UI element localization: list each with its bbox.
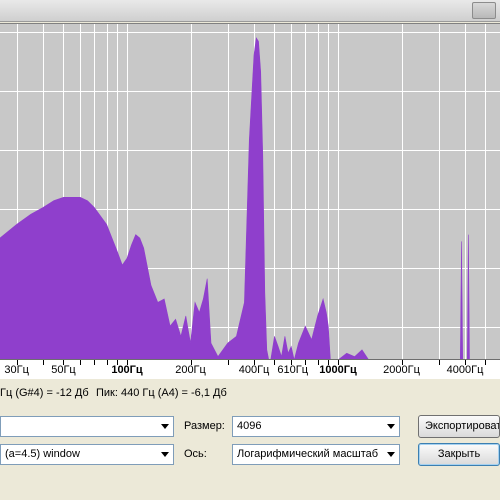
function-select-value: (a=4.5) window: [5, 448, 80, 460]
axis-tick-label: 1000Гц: [319, 364, 357, 376]
axis-tick-label: 2000Гц: [383, 364, 420, 376]
axis-tick: [107, 360, 108, 365]
size-select-value: 4096: [237, 420, 262, 432]
axis-tick-label: 610Гц: [277, 364, 309, 376]
chevron-down-icon[interactable]: [157, 417, 173, 436]
frequency-axis: 30Гц 50Гц 100Гц 200Гц 400Гц 610Гц 1000Гц 2000Гц…: [0, 359, 500, 379]
axis-tick: [439, 360, 440, 365]
axis-tick: [274, 360, 275, 365]
axis-tick: [80, 360, 81, 365]
chevron-down-icon[interactable]: [383, 445, 399, 464]
spectrum-series: [0, 37, 500, 360]
chevron-down-icon[interactable]: [383, 417, 399, 436]
spectrum-plot-area: [0, 23, 500, 360]
close-button[interactable]: Закрыть: [418, 443, 500, 466]
axis-tick-label: 50Гц: [51, 364, 76, 376]
size-label: Размер:: [184, 420, 225, 432]
axis-tick-label: 400Гц: [238, 364, 270, 376]
window-titlebar: [0, 0, 500, 22]
axis-select-value: Логарифмический масштаб: [237, 448, 379, 460]
axis-tick-label: 100Гц: [111, 364, 143, 376]
size-select[interactable]: 4096: [232, 416, 400, 437]
cursor-readout: Гц (G#4) = -12 Дб: [0, 387, 89, 399]
axis-tick: [228, 360, 229, 365]
axis-tick-label: 4000Гц: [446, 364, 484, 376]
axis-tick-label: 200Гц: [175, 364, 206, 376]
window-control-button[interactable]: [472, 2, 496, 19]
function-select[interactable]: (a=4.5) window: [0, 444, 174, 465]
algorithm-select[interactable]: [0, 416, 174, 437]
spectrum-chart: [0, 24, 500, 360]
axis-tick: [43, 360, 44, 365]
status-line: Гц (G#4) = -12 Дб Пик: 440 Гц (A4) = -6,…: [0, 385, 500, 401]
axis-label: Ось:: [184, 448, 207, 460]
axis-tick: [94, 360, 95, 365]
chevron-down-icon[interactable]: [157, 445, 173, 464]
peak-readout: Пик: 440 Гц (A4) = -6,1 Дб: [96, 387, 227, 399]
axis-select[interactable]: Логарифмический масштаб: [232, 444, 400, 465]
export-button[interactable]: Экспортировать: [418, 415, 500, 438]
axis-tick-label: 30Гц: [4, 364, 29, 376]
axis-tick: [485, 360, 486, 365]
